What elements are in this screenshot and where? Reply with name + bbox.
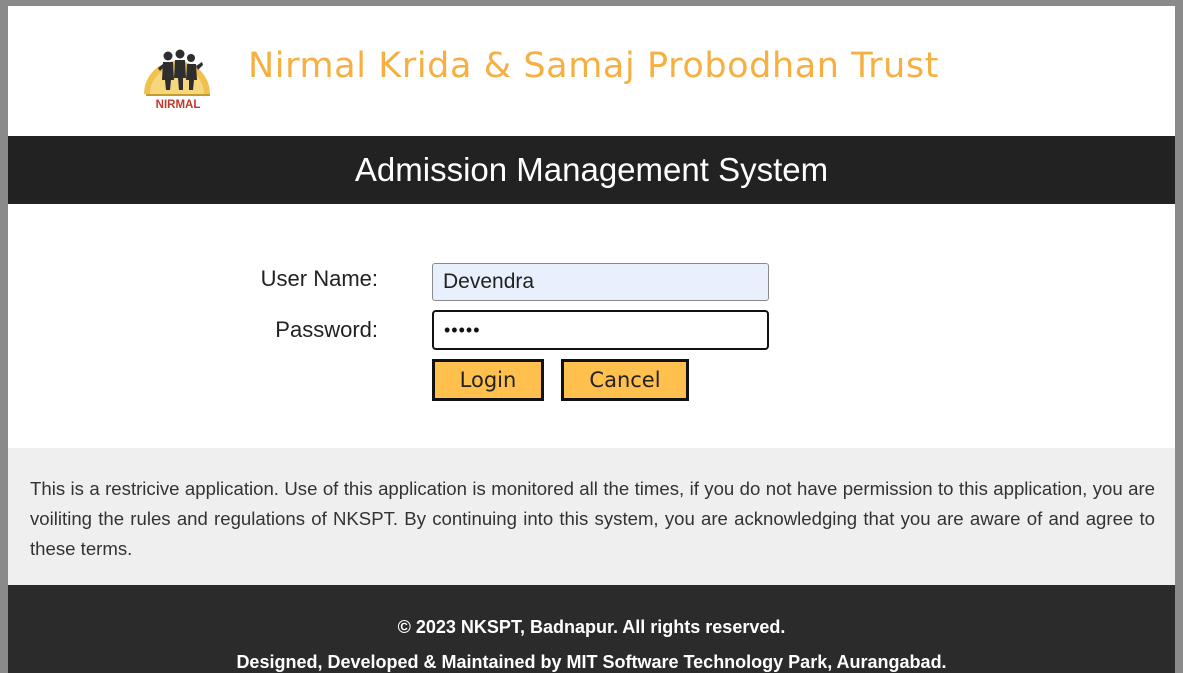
nirmal-logo-icon: NIRMAL [144, 49, 210, 111]
org-name: Nirmal Krida & Samaj Probodhan Trust [248, 46, 940, 86]
copyright-text: © 2023 NKSPT, Badnapur. All rights reser… [397, 617, 786, 637]
page-frame: NIRMAL Nirmal Krida & Samaj Probodhan Tr… [0, 0, 1183, 673]
username-input[interactable] [432, 263, 769, 301]
page-title: Admission Management System [8, 136, 1175, 204]
cancel-button[interactable]: Cancel [561, 359, 689, 401]
site-header: NIRMAL Nirmal Krida & Samaj Probodhan Tr… [8, 6, 1175, 136]
site-footer: © 2023 NKSPT, Badnapur. All rights reser… [8, 585, 1175, 673]
username-label: User Name: [260, 266, 378, 291]
password-input[interactable] [432, 310, 769, 350]
logo-text: NIRMAL [156, 99, 201, 111]
brand: NIRMAL Nirmal Krida & Samaj Probodhan Tr… [136, 38, 1183, 116]
credits-text: Designed, Developed & Maintained by MIT … [236, 652, 947, 672]
login-form: User Name: Password: Login Cancel [8, 204, 1175, 448]
password-label: Password: [275, 317, 378, 342]
terms-notice: This is a restricive application. Use of… [8, 448, 1175, 585]
login-button[interactable]: Login [432, 359, 544, 401]
